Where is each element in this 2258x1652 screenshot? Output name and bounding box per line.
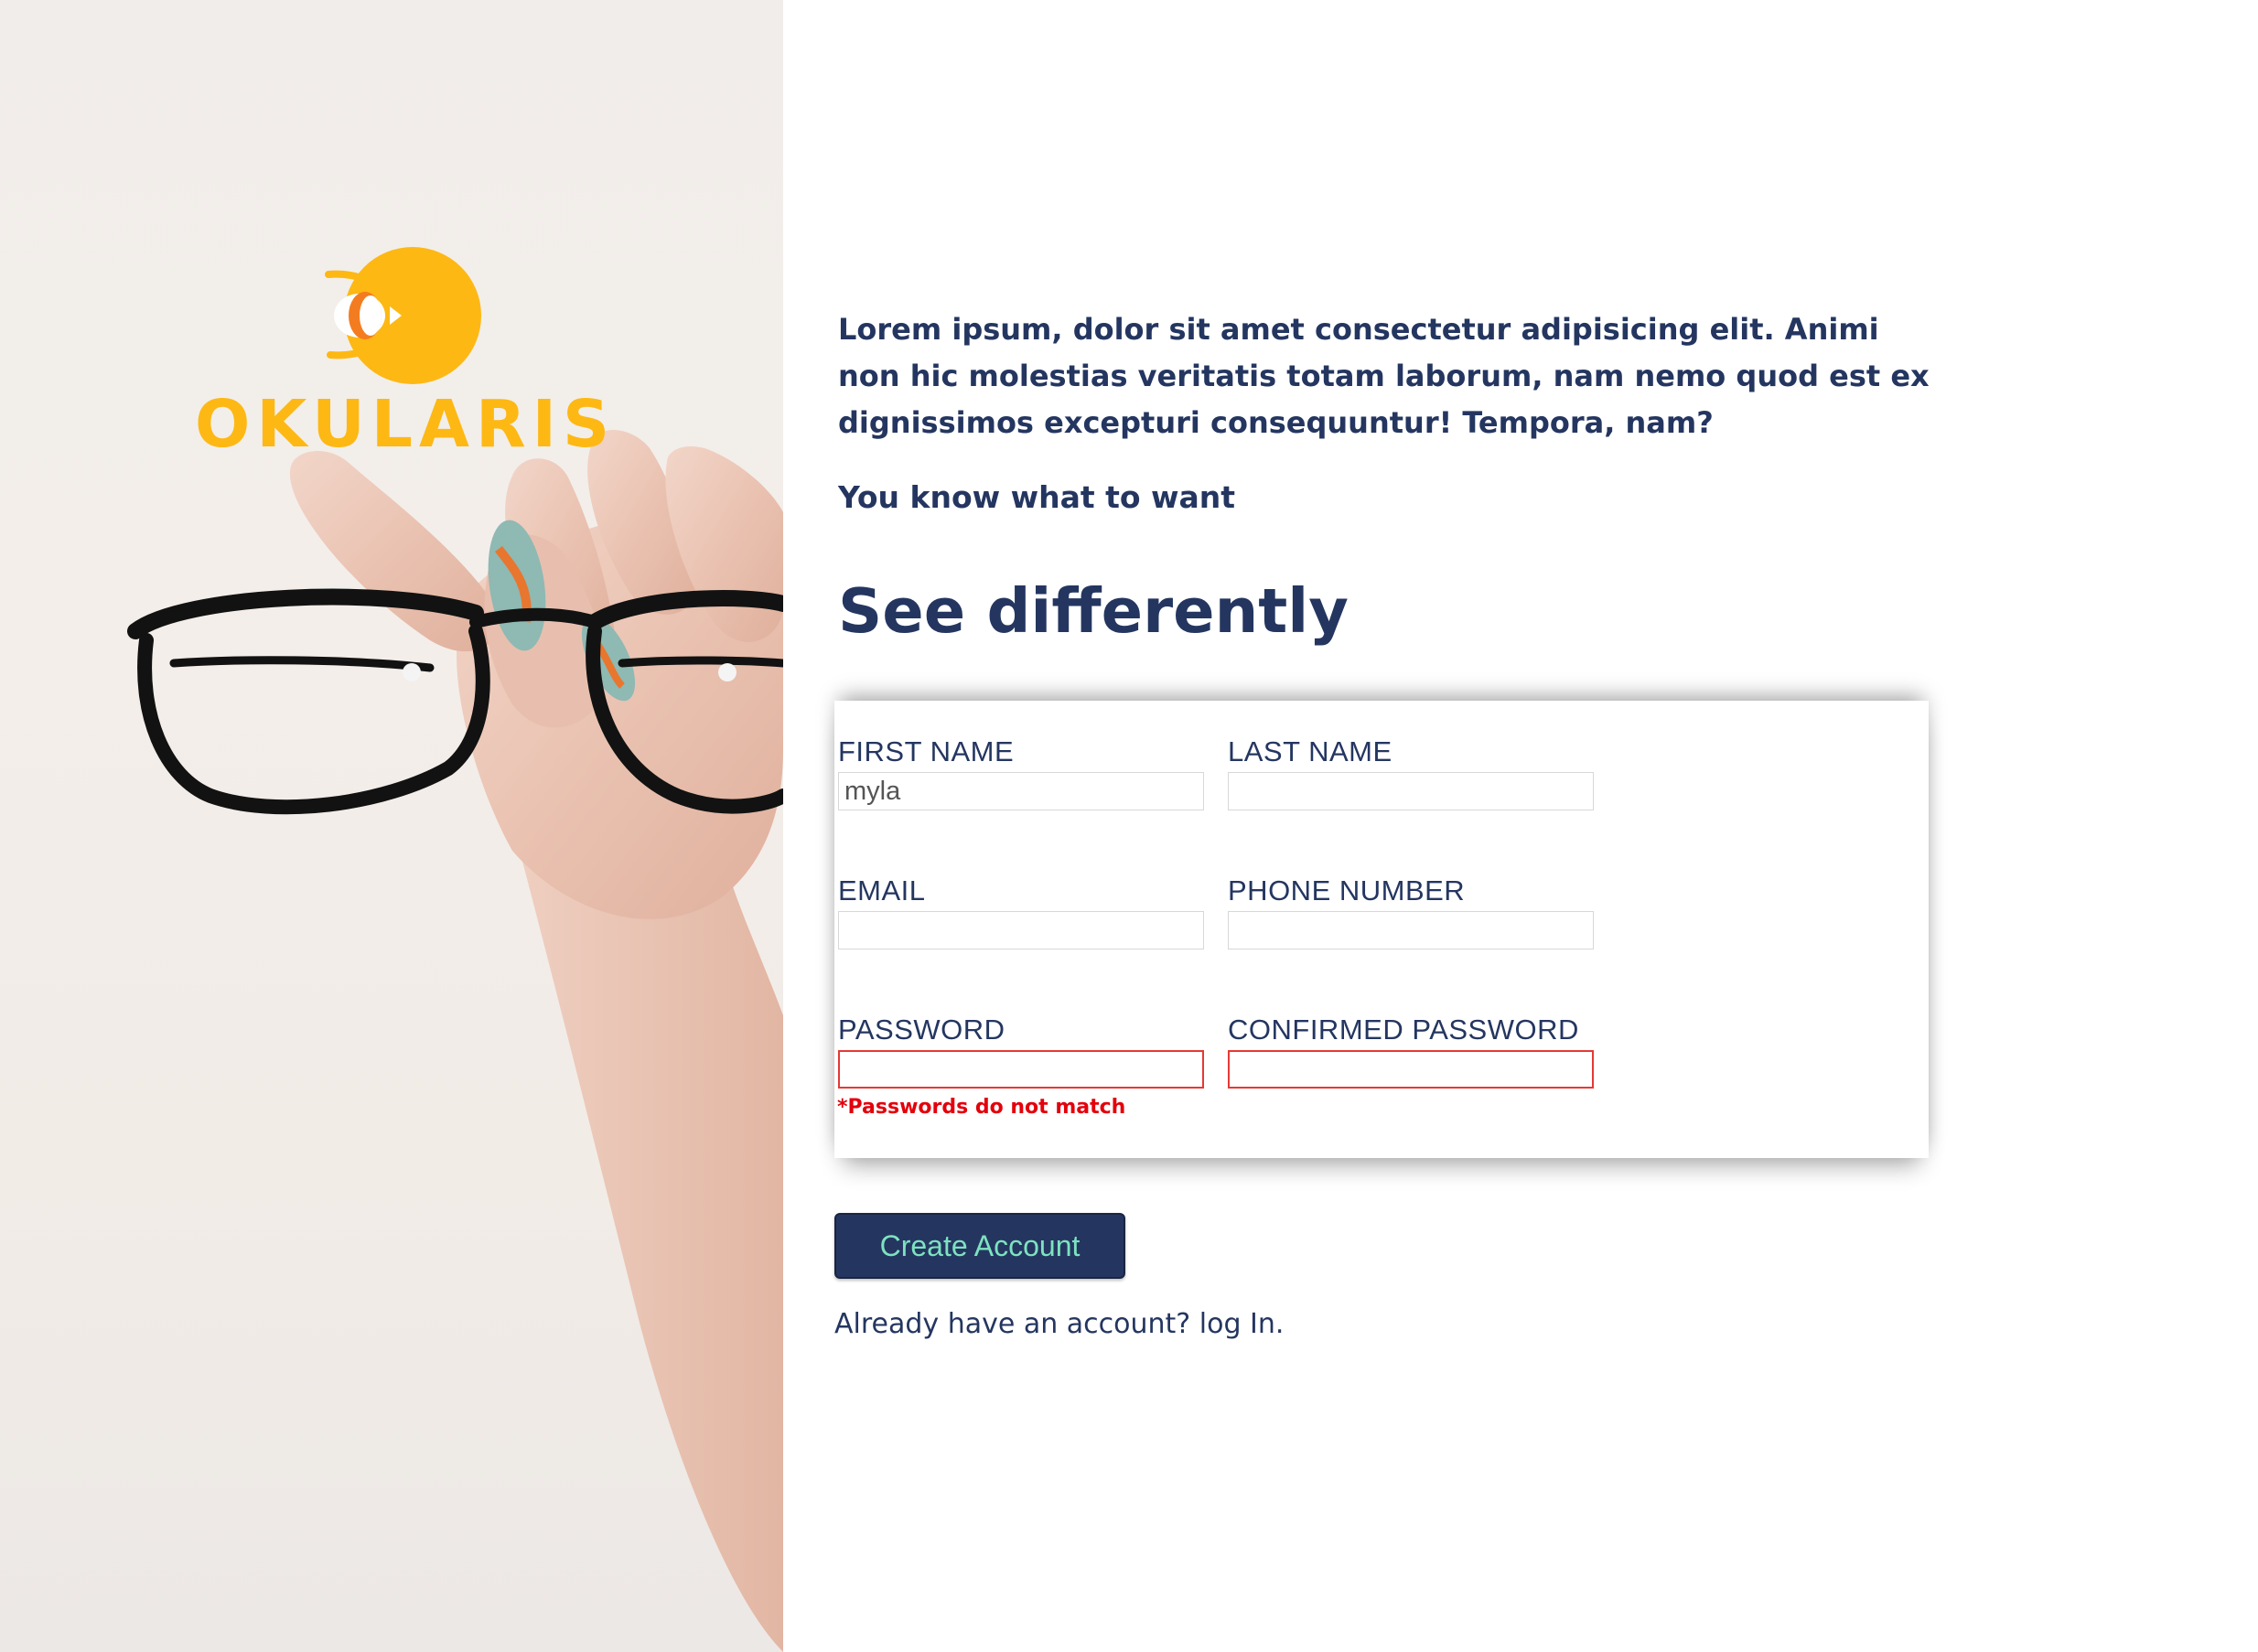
last-name-label: LAST NAME bbox=[1228, 735, 1392, 767]
login-link[interactable]: log In. bbox=[1199, 1308, 1285, 1340]
password-group: PASSWORD bbox=[838, 1012, 1204, 1089]
email-group: EMAIL bbox=[838, 873, 1204, 949]
phone-group: PHONE NUMBER bbox=[1228, 873, 1594, 949]
confirm-password-input[interactable] bbox=[1228, 1050, 1594, 1089]
brand-name: OKULARIS bbox=[195, 386, 617, 462]
password-error-message: *Passwords do not match bbox=[837, 1096, 1126, 1119]
tagline: You know what to want bbox=[838, 479, 1236, 515]
first-name-label: FIRST NAME bbox=[838, 735, 1015, 767]
phone-input[interactable] bbox=[1228, 911, 1594, 949]
first-name-input[interactable] bbox=[838, 772, 1204, 810]
hero-image-panel: OKULARIS bbox=[0, 0, 783, 1652]
phone-label: PHONE NUMBER bbox=[1228, 874, 1466, 906]
brand-logo: OKULARIS bbox=[195, 247, 617, 467]
password-label: PASSWORD bbox=[838, 1014, 1005, 1046]
first-name-group: FIRST NAME bbox=[838, 734, 1204, 810]
intro-paragraph: Lorem ipsum, dolor sit amet consectetur … bbox=[838, 312, 1930, 440]
last-name-input[interactable] bbox=[1228, 772, 1594, 810]
email-label: EMAIL bbox=[838, 874, 926, 906]
confirm-password-label: CONFIRMED PASSWORD bbox=[1228, 1014, 1579, 1046]
last-name-group: LAST NAME bbox=[1228, 734, 1594, 810]
login-prompt: Already have an account? log In. bbox=[834, 1308, 1284, 1340]
create-account-button[interactable]: Create Account bbox=[834, 1213, 1125, 1279]
login-prompt-text: Already have an account? bbox=[834, 1308, 1191, 1340]
page-headline: See differently bbox=[838, 575, 1349, 647]
intro-section: Lorem ipsum, dolor sit amet consectetur … bbox=[838, 306, 1973, 518]
signup-form: FIRST NAME LAST NAME EMAIL PHONE NUMBER … bbox=[834, 701, 1929, 1158]
eye-orb-logo-icon bbox=[325, 247, 481, 384]
email-input[interactable] bbox=[838, 911, 1204, 949]
password-input[interactable] bbox=[838, 1050, 1204, 1089]
confirm-password-group: CONFIRMED PASSWORD bbox=[1228, 1012, 1594, 1089]
